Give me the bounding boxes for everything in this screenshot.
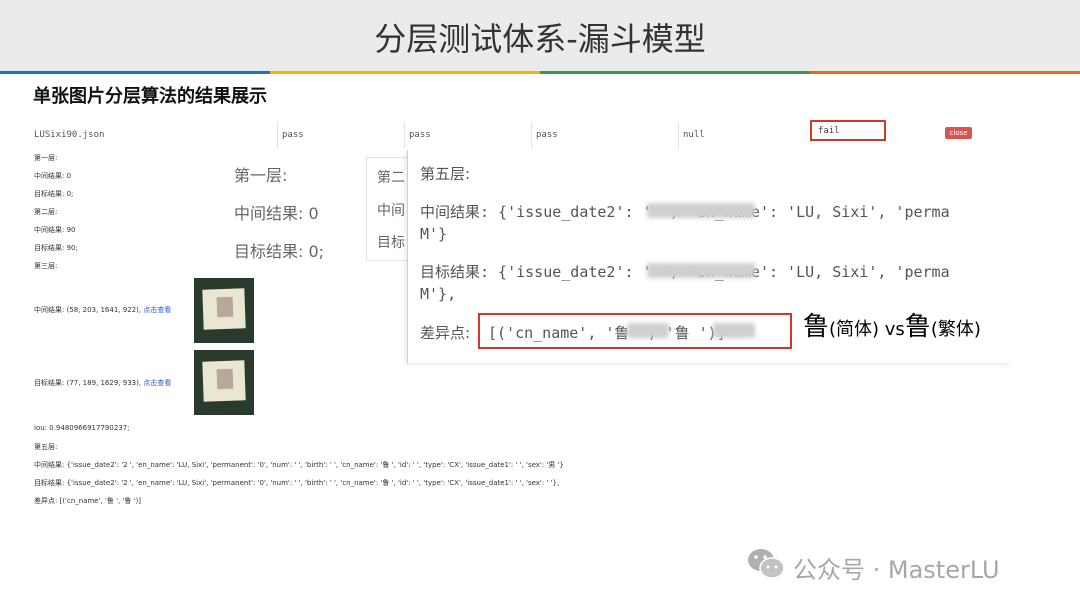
row-divider [531,122,532,148]
card-portrait [216,296,234,318]
zoom-c-diff-value: [('cn_name', '鲁 ', '鲁 ')] [488,324,726,342]
zoom-b-mid: 中间 [377,203,405,219]
accent-stripe-yellow [270,71,540,74]
char-simplified: 鲁 [803,312,830,342]
result-cell-5: fail [818,126,840,136]
log-mid3: 中间结果: (58, 203, 1641, 922), 点击查看 [34,305,171,315]
zoom-a-layer: 第一层: [234,166,288,185]
log-mid1: 中间结果: 0 [34,172,72,180]
wechat-icon [748,549,785,579]
redaction [647,203,755,218]
redaction [647,263,755,278]
log-layer5: 第五层: [34,443,58,451]
log-tgt3-text: 目标结果: (77, 189, 1629, 933), [34,379,142,387]
row-divider [277,122,278,148]
id-card [202,360,246,402]
result-file-name: LUSixi90.json [34,130,105,140]
id-card-photo-2 [194,350,254,415]
log-diff5: 差异点: [('cn_name', '鲁 ', '鲁 ')] [34,497,142,505]
accent-stripe-orange [810,71,1080,74]
zoom-c-diff-label: 差异点: [420,324,471,342]
id-card-photo-1 [194,278,254,343]
close-button[interactable]: close [945,127,972,139]
row-divider [678,122,679,148]
result-cell-3: pass [536,130,558,140]
slide-title-bar: 分层测试体系-漏斗模型 [0,0,1080,72]
accent-stripe-green [540,71,810,74]
note-simplified: (简体) vs [829,319,905,340]
id-card [202,288,246,330]
character-annotation: 鲁(简体) vs鲁(繁体) [803,306,981,343]
zoom-c-tgt-line2: M'}, [420,285,457,303]
log-tgt5: 目标结果: {'issue_date2': '2 ', 'en_name': '… [34,479,560,487]
log-layer2: 第二层: [34,208,58,216]
char-traditional: 鲁 [904,312,931,342]
log-layer3: 第三层: [34,262,58,270]
section-subtitle: 单张图片分层算法的结果展示 [33,86,267,107]
result-cell-1: pass [282,130,304,140]
row-divider [404,122,405,148]
log-tgt3: 目标结果: (77, 189, 1629, 933), 点击查看 [34,378,171,388]
slide-title: 分层测试体系-漏斗模型 [374,20,706,58]
note-traditional: (繁体) [930,319,981,340]
view-link[interactable]: 点击查看 [143,306,171,314]
log-mid5: 中间结果: {'issue_date2': '2 ', 'en_name': '… [34,461,564,469]
zoom-c-layer: 第五层: [420,165,471,183]
log-mid3-text: 中间结果: (58, 203, 1641, 922), [34,306,142,314]
accent-stripe-blue [0,71,270,74]
log-mid2: 中间结果: 90 [34,226,76,234]
zoom-a-mid: 中间结果: 0 [234,204,319,223]
zoom-b-tgt: 目标 [377,235,405,251]
footer-watermark: 公众号 · MasterLU [793,556,1000,584]
zoom-c-mid-line2: M'} [420,225,448,243]
redaction [627,323,669,338]
log-layer1: 第一层: [34,154,58,162]
zoom-b-layer: 第二 [377,170,405,186]
result-cell-2: pass [409,130,431,140]
result-cell-4: null [683,130,705,140]
zoom-a-tgt: 目标结果: 0; [234,242,325,261]
log-iou: iou: 0.9480966917790237; [34,424,130,432]
log-tgt2: 目标结果: 90; [34,244,78,252]
card-portrait [216,368,234,390]
log-tgt1: 目标结果: 0; [34,190,74,198]
view-link[interactable]: 点击查看 [143,379,171,387]
redaction [713,323,755,338]
